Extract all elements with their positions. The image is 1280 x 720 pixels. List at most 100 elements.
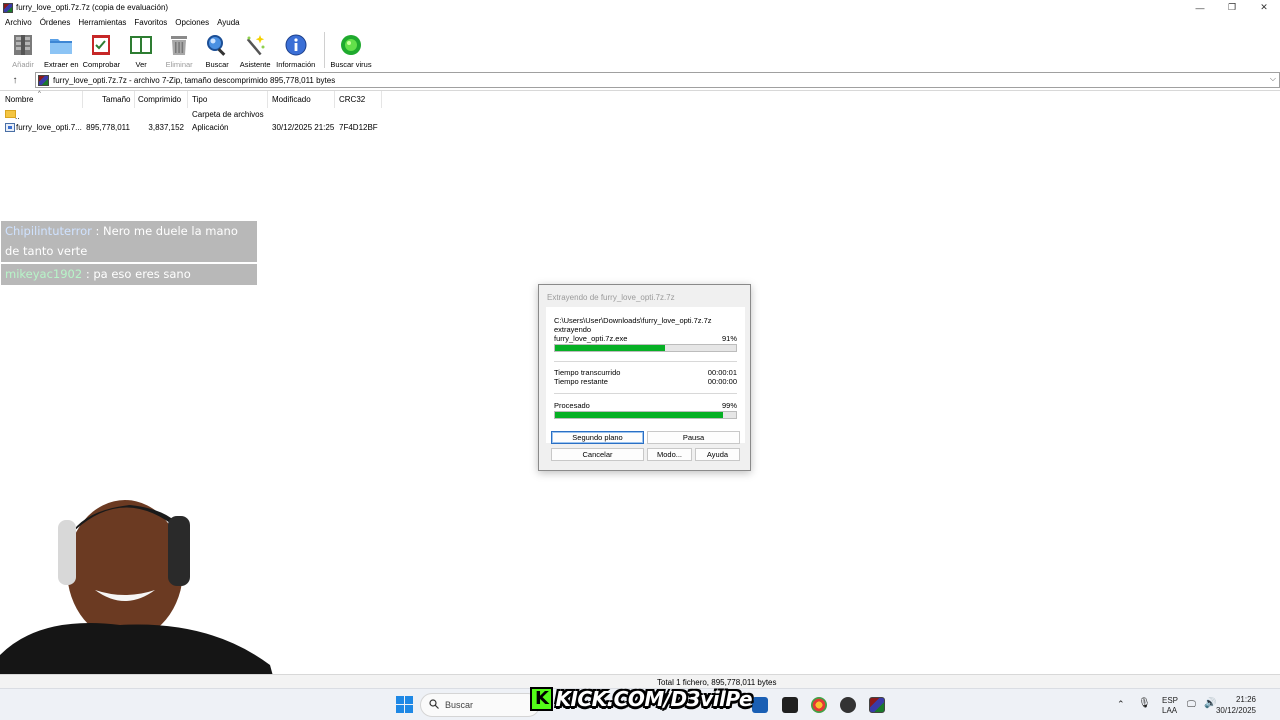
pause-button[interactable]: Pausa [647,431,740,444]
clock-date: 30/12/2025 [1215,706,1256,715]
window-controls: — ❐ ✕ [1184,0,1280,15]
column-divider[interactable] [187,91,188,108]
chevron-down-icon[interactable]: ⌵ [1270,74,1276,84]
extract-progress-dialog: Extrayendo de furry_love_opti.7z.7z C:\U… [538,284,751,471]
table-row-parent[interactable]: .. Carpeta de archivos [0,108,382,121]
add-archive-icon [10,32,36,58]
archive-path: C:\Users\User\Downloads\furry_love_opti.… [554,316,712,325]
column-name[interactable]: Nombre [5,95,33,104]
winrar-app-icon [3,2,13,13]
processed-progress-fill [555,412,724,418]
magnifier-icon [204,32,230,58]
screen: furry_love_opti.7z.7z (copia de evaluaci… [0,0,1280,720]
column-divider[interactable] [334,91,335,108]
delete-button[interactable]: Eliminar [162,32,196,69]
toolbar: Añadir Extraer en Comprobar Ver Eliminar [0,29,1280,71]
minimize-button[interactable]: — [1184,0,1216,15]
current-file: furry_love_opti.7z.exe [554,334,628,343]
menu-ordenes[interactable]: Órdenes [40,18,71,27]
restore-button[interactable]: ❐ [1216,0,1248,15]
test-button[interactable]: Comprobar [82,32,121,69]
up-folder-icon[interactable]: ↑ [0,75,30,86]
find-button[interactable]: Buscar [200,32,234,69]
sort-indicator-icon: ^ [38,91,41,97]
add-label: Añadir [12,60,34,69]
cell-modified: 30/12/2025 21:25 [272,123,335,132]
column-divider[interactable] [381,91,382,108]
mode-button[interactable]: Modo... [647,448,692,461]
view-button[interactable]: Ver [124,32,158,69]
menu-herramientas[interactable]: Herramientas [78,18,126,27]
add-button[interactable]: Añadir [6,32,40,69]
info-label: Información [276,60,316,69]
microphone-icon[interactable]: 🎙 [1138,698,1151,709]
clock[interactable]: 21:26 30/12/2025 [1216,694,1256,716]
extract-to-button[interactable]: Extraer en [44,32,79,69]
column-divider[interactable] [267,91,268,108]
column-type[interactable]: Tipo [192,95,207,104]
info-button[interactable]: Información [276,32,315,69]
address-bar: ↑ furry_love_opti.7z.7z - archivo 7-Zip,… [0,72,1280,89]
chrome-icon[interactable] [811,697,827,713]
help-button[interactable]: Ayuda [695,448,740,461]
wizard-label: Asistente [239,60,271,69]
cancel-button[interactable]: Cancelar [551,448,644,461]
file-progress-fill [555,345,666,351]
title-bar: furry_love_opti.7z.7z (copia de evaluaci… [0,0,1280,15]
background-button[interactable]: Segundo plano [551,431,644,444]
dialog-body: C:\Users\User\Downloads\furry_love_opti.… [546,307,745,443]
cell-type: Aplicación [192,123,229,132]
file-percent: 91% [721,334,737,343]
test-label: Comprobar [82,60,121,69]
column-modified[interactable]: Modificado [272,95,311,104]
address-text: furry_love_opti.7z.7z - archivo 7-Zip, t… [53,75,336,85]
close-button[interactable]: ✕ [1248,0,1280,15]
column-divider[interactable] [134,91,135,108]
menu-archivo[interactable]: Archivo [5,18,32,27]
table-row-file[interactable]: furry_love_opti.7... 895,778,011 3,837,1… [0,121,382,134]
winrar-taskbar-icon[interactable] [869,697,885,713]
processed-progress-bar [554,411,737,419]
chat-message: Chipilintuterror : Nero me duele la mano… [1,221,257,262]
volume-icon[interactable]: 🔊 [1204,698,1216,709]
column-size[interactable]: Tamaño [102,95,130,104]
menu-ayuda[interactable]: Ayuda [217,18,240,27]
wizard-button[interactable]: Asistente [238,32,272,69]
network-icon[interactable]: 🖵 [1187,699,1196,710]
store-icon[interactable] [752,697,768,713]
application-icon [5,123,15,132]
info-icon [283,32,309,58]
column-divider[interactable] [82,91,83,108]
elapsed-value: 00:00:01 [707,368,737,377]
delete-label: Eliminar [165,60,193,69]
chat-text: : pa eso eres sano [82,267,191,281]
test-archive-icon [88,32,114,58]
archive-icon [38,74,49,86]
remaining-value: 00:00:00 [707,377,737,386]
windows-start-icon[interactable] [396,696,413,713]
virus-scan-label: Buscar virus [330,60,372,69]
taskbar-search[interactable]: Buscar [420,693,540,717]
menu-favoritos[interactable]: Favoritos [134,18,167,27]
chat-username: mikeyac1902 [5,267,83,281]
divider [554,361,737,362]
language-code[interactable]: ESP [1162,696,1178,705]
kick-url: KICK.COM/D3vilPe [555,687,753,711]
app-icon[interactable] [782,697,798,713]
virus-scan-button[interactable]: Buscar virus [330,32,372,69]
chevron-up-icon[interactable]: ⌃ [1117,699,1125,710]
wizard-wand-icon [242,32,268,58]
column-crc[interactable]: CRC32 [339,95,365,104]
file-progress-bar [554,344,737,352]
search-placeholder: Buscar [445,700,474,710]
search-icon [429,699,439,711]
language-region[interactable]: LAA [1162,706,1177,715]
app-icon[interactable] [840,697,856,713]
column-packed[interactable]: Comprimido [138,95,181,104]
address-field[interactable]: furry_love_opti.7z.7z - archivo 7-Zip, t… [35,72,1280,88]
menu-opciones[interactable]: Opciones [175,18,209,27]
action-text: extrayendo [554,325,592,334]
elapsed-label: Tiempo transcurrido [554,368,621,377]
toolbar-separator [324,32,326,68]
chat-username: Chipilintuterror [5,224,92,238]
